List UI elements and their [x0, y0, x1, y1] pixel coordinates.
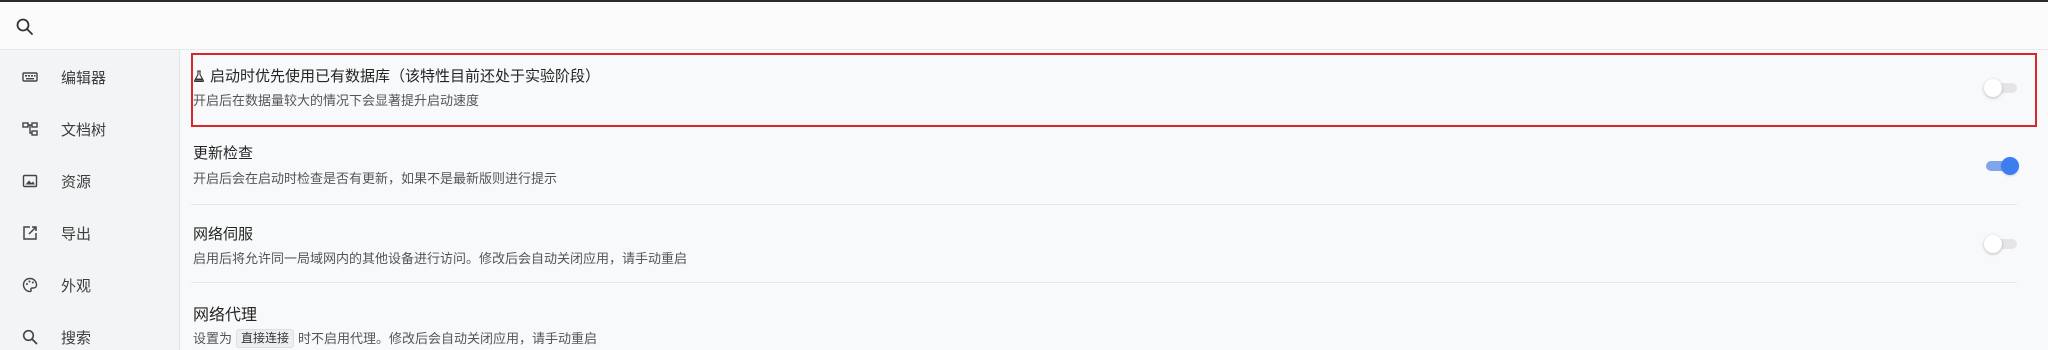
- update-check-title: 更新检查: [193, 144, 254, 162]
- sidebar-item-label: 搜索: [61, 328, 92, 347]
- network-serve-toggle[interactable]: [1984, 235, 2017, 253]
- existing-db-title: 启动时优先使用已有数据库（该特性目前还处于实验阶段）: [193, 65, 600, 86]
- search-input[interactable]: [52, 10, 1996, 44]
- network-serve-desc: 启用后将允许同一局域网内的其他设备进行访问。修改后会自动关闭应用，请手动重启: [193, 252, 688, 267]
- sidebar-item-appearance[interactable]: 外观: [0, 261, 179, 309]
- palette-icon: [21, 276, 39, 294]
- toggle-knob: [2001, 157, 2019, 175]
- keyboard-icon: [21, 68, 39, 86]
- sidebar-item-label: 导出: [61, 224, 92, 243]
- existing-db-title-text: 启动时优先使用已有数据库（该特性目前还处于实验阶段）: [210, 67, 601, 85]
- tree-icon: [21, 120, 39, 138]
- update-check-toggle[interactable]: [1986, 157, 2019, 175]
- direct-connection-chip: 直接连接: [236, 329, 295, 348]
- network-proxy-desc: 设置为 直接连接 时不启用代理。修改后会自动关闭应用，请手动重启: [193, 328, 597, 348]
- existing-db-desc: 开启后在数据量较大的情况下会显著提升启动速度: [193, 94, 480, 109]
- search-bar: [0, 0, 2048, 50]
- sidebar-item-editor[interactable]: 编辑器: [0, 53, 179, 101]
- existing-db-toggle[interactable]: [1984, 79, 2017, 97]
- flask-icon: [193, 70, 205, 82]
- sidebar-item-label: 资源: [61, 172, 92, 191]
- settings-window: 编辑器 文档树 资源 导出 外观 搜索 启动时优先使用已有数据库（该特性目前还处…: [0, 0, 2048, 350]
- export-icon: [21, 224, 39, 242]
- sidebar-item-label: 编辑器: [61, 68, 107, 87]
- sidebar-item-export[interactable]: 导出: [0, 209, 179, 257]
- network-proxy-desc-suffix: 时不启用代理。修改后会自动关闭应用，请手动重启: [298, 332, 598, 347]
- sidebar-item-search[interactable]: 搜索: [0, 313, 179, 350]
- toggle-knob: [1984, 79, 2002, 97]
- settings-content: 启动时优先使用已有数据库（该特性目前还处于实验阶段） 开启后在数据量较大的情况下…: [181, 50, 2048, 350]
- network-proxy-desc-prefix: 设置为: [193, 332, 233, 347]
- sidebar-item-label: 文档树: [61, 120, 107, 139]
- search-icon: [15, 17, 35, 37]
- divider: [191, 204, 2017, 205]
- network-serve-title: 网络伺服: [193, 225, 254, 243]
- sidebar-item-filetree[interactable]: 文档树: [0, 105, 179, 153]
- update-check-desc: 开启后会在启动时检查是否有更新，如果不是最新版则进行提示: [193, 172, 558, 187]
- network-proxy-title: 网络代理: [193, 305, 258, 324]
- image-icon: [21, 172, 39, 190]
- settings-sidebar: 编辑器 文档树 资源 导出 外观 搜索: [0, 50, 180, 350]
- sidebar-item-assets[interactable]: 资源: [0, 157, 179, 205]
- divider: [191, 282, 2017, 283]
- sidebar-item-label: 外观: [61, 276, 92, 295]
- search-icon: [21, 328, 39, 346]
- toggle-knob: [1984, 235, 2002, 253]
